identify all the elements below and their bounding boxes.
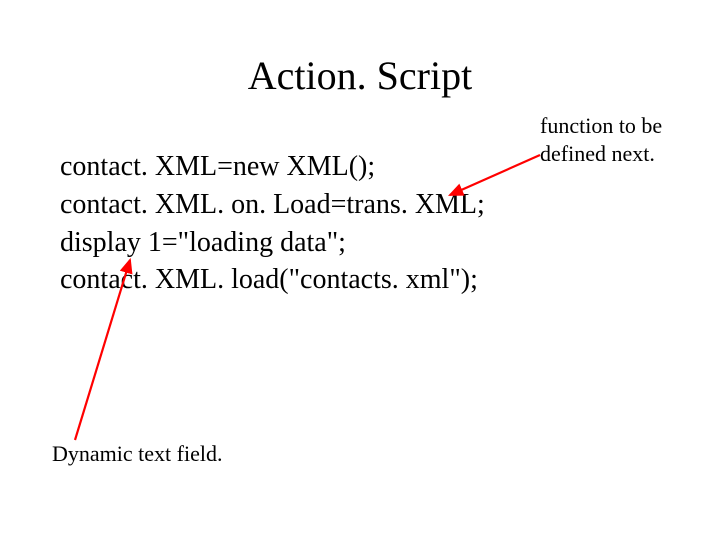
slide: Action. Script contact. XML=new XML(); c… xyxy=(0,0,720,540)
arrow-bottom-icon xyxy=(0,0,720,540)
